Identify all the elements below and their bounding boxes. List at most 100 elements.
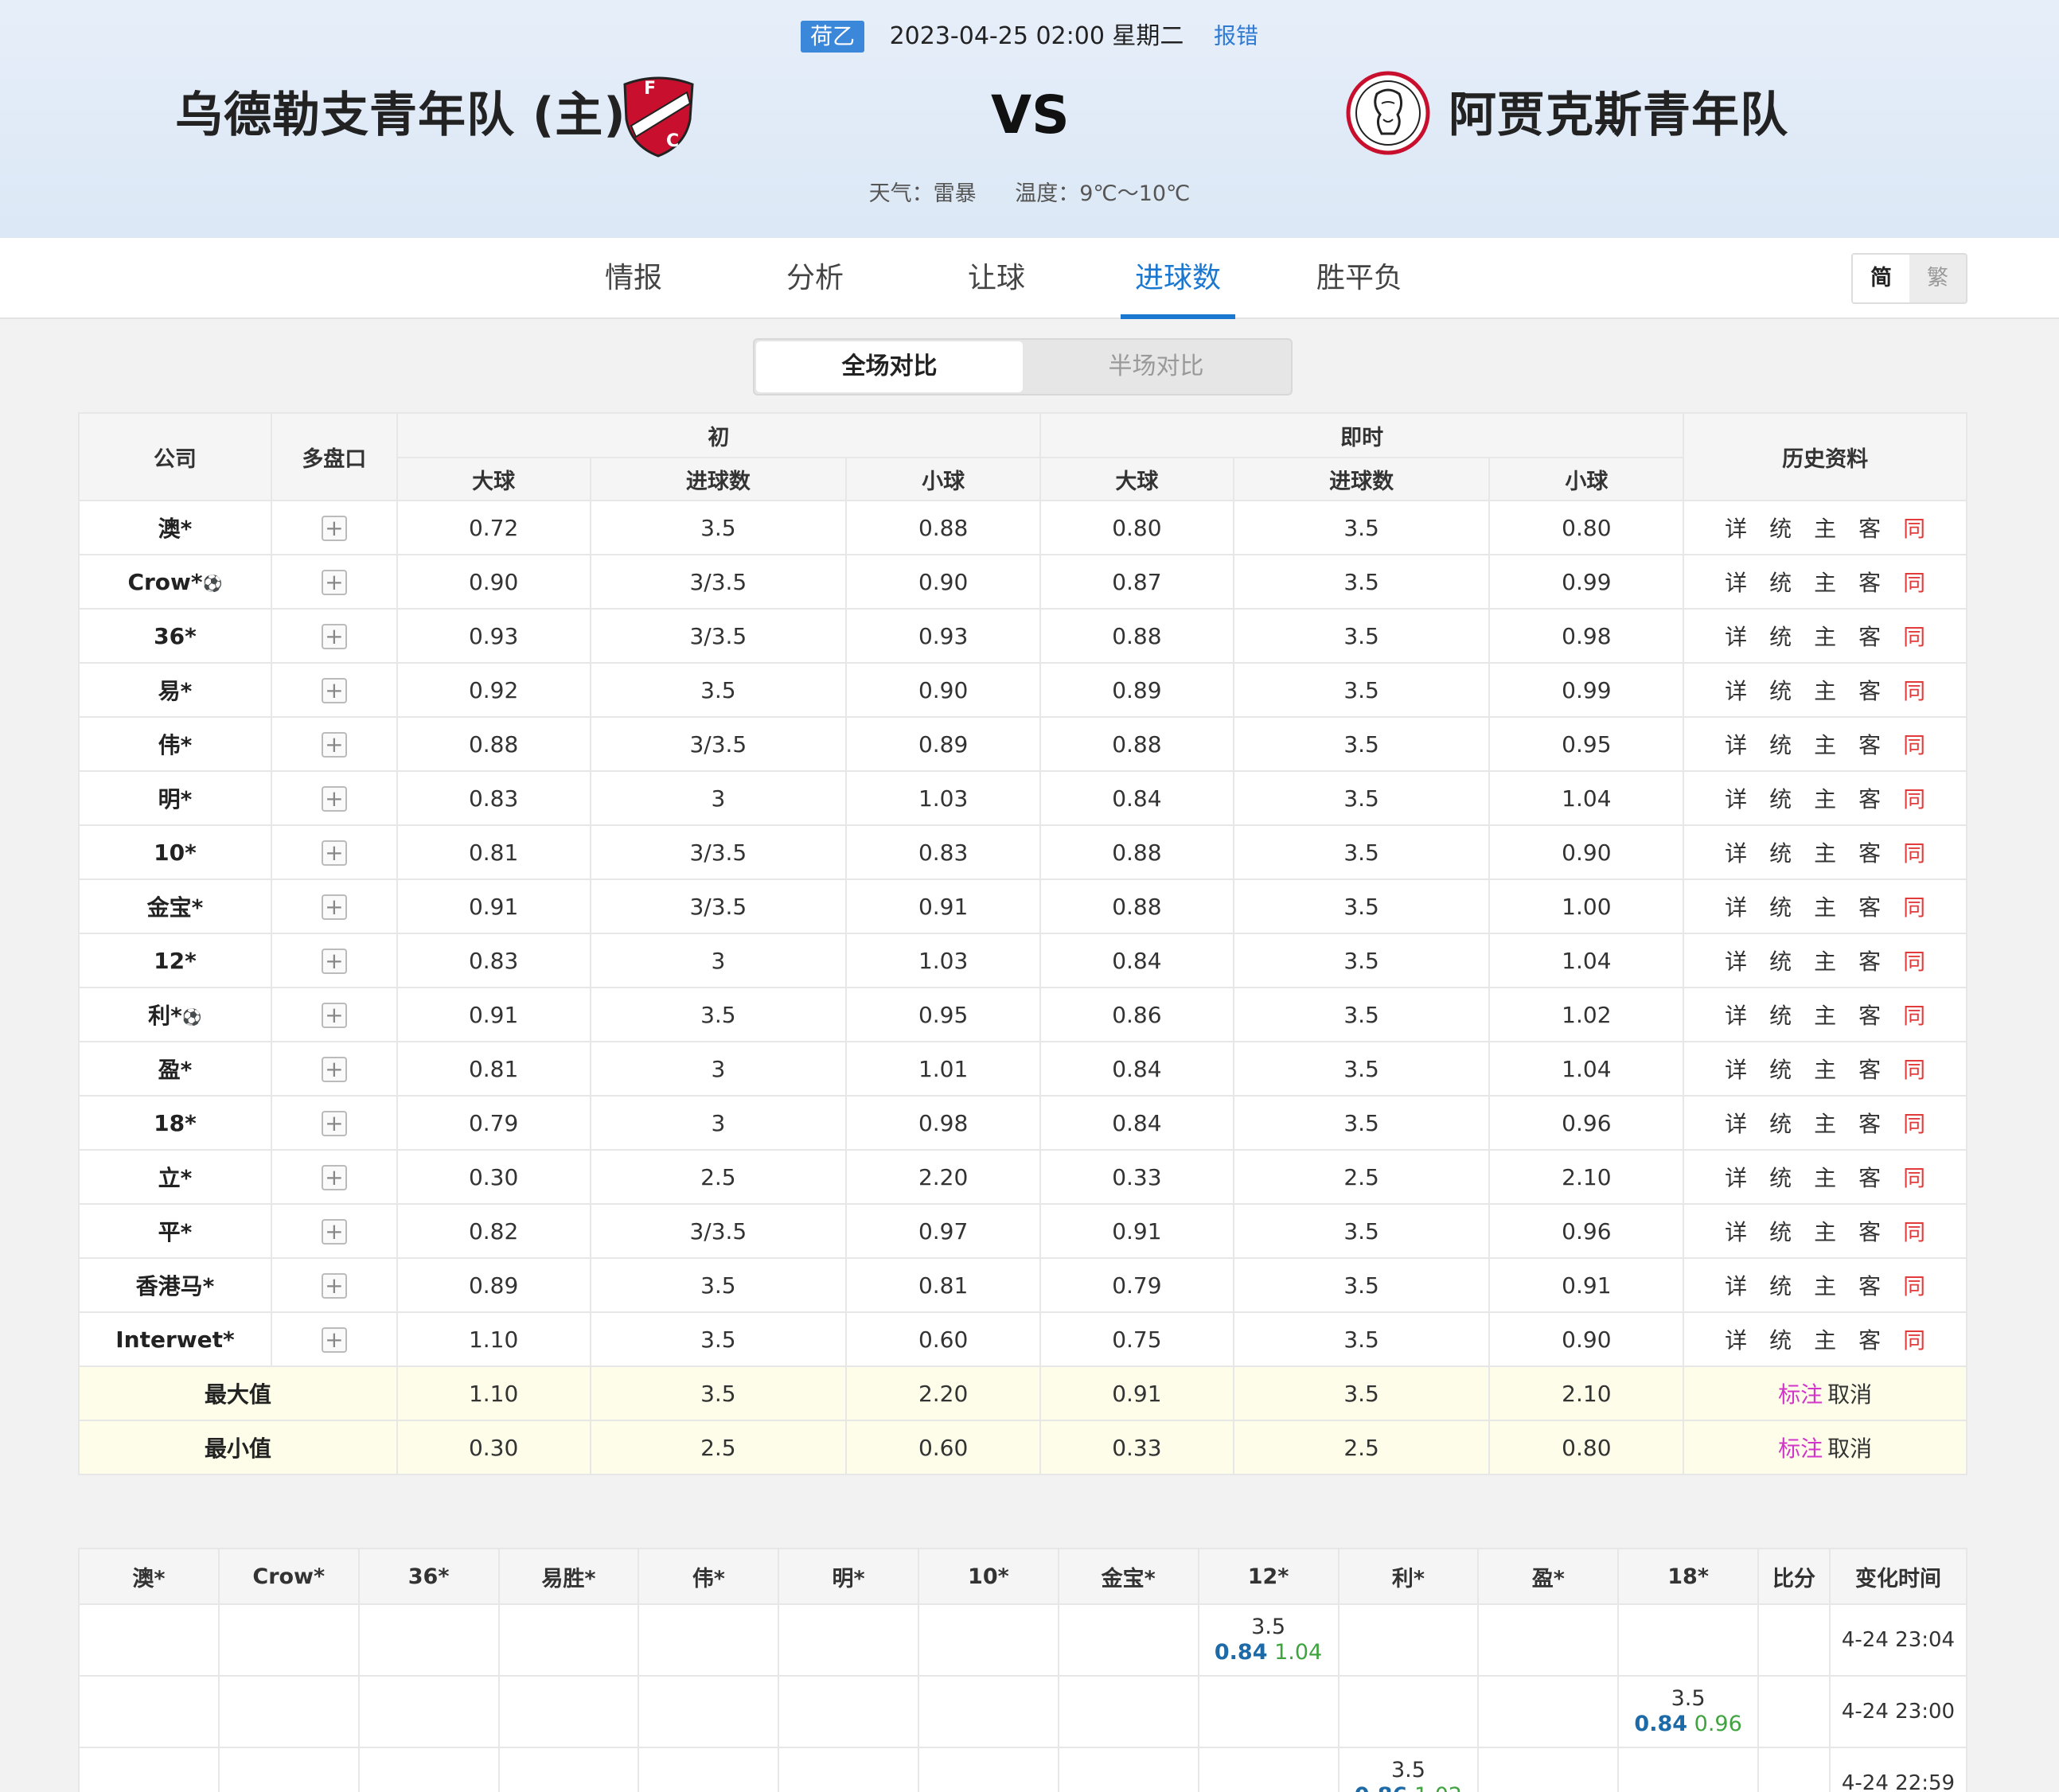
detail-link[interactable]: 详	[1725, 1053, 1747, 1085]
report-error-link[interactable]: 报错	[1214, 23, 1258, 49]
detail-link[interactable]: 详	[1725, 566, 1747, 598]
same-link[interactable]: 同	[1903, 1107, 1925, 1139]
away-link[interactable]: 客	[1858, 890, 1881, 922]
company-name[interactable]: 澳*	[158, 516, 193, 542]
home-link[interactable]: 主	[1814, 836, 1836, 868]
company-name[interactable]: 盈*	[158, 1057, 193, 1083]
company-cell[interactable]: 36*	[78, 608, 272, 664]
home-link[interactable]: 主	[1814, 1053, 1836, 1085]
company-name[interactable]: Crow*	[127, 569, 202, 595]
company-cell[interactable]: 10*	[78, 824, 272, 880]
detail-link[interactable]: 详	[1725, 728, 1747, 760]
detail-link[interactable]: 详	[1725, 890, 1747, 922]
mark-link[interactable]: 标注	[1778, 1381, 1823, 1408]
company-name[interactable]: 36*	[154, 623, 197, 649]
home-link[interactable]: 主	[1814, 620, 1836, 652]
league-badge[interactable]: 荷乙	[801, 20, 865, 53]
away-link[interactable]: 客	[1858, 836, 1881, 868]
company-name[interactable]: Interwet*	[115, 1326, 234, 1353]
away-link[interactable]: 客	[1858, 512, 1881, 543]
expand-plus-icon[interactable]: +	[321, 1327, 347, 1353]
company-name[interactable]: 明*	[158, 786, 193, 812]
stats-link[interactable]: 统	[1769, 674, 1792, 706]
company-cell[interactable]: Interwet*	[78, 1311, 272, 1367]
stats-link[interactable]: 统	[1769, 1161, 1792, 1193]
expand-plus-icon[interactable]: +	[321, 570, 347, 595]
expand-plus-icon[interactable]: +	[321, 1111, 347, 1136]
home-link[interactable]: 主	[1814, 1161, 1836, 1193]
company-name[interactable]: 伟*	[158, 732, 193, 758]
away-link[interactable]: 客	[1858, 945, 1881, 976]
lang-simplified-button[interactable]: 简	[1853, 255, 1909, 302]
away-link[interactable]: 客	[1858, 620, 1881, 652]
full-time-compare-button[interactable]: 全场对比	[756, 341, 1023, 392]
same-link[interactable]: 同	[1903, 999, 1925, 1030]
detail-link[interactable]: 详	[1725, 1215, 1747, 1247]
expand-plus-icon[interactable]: +	[321, 1003, 347, 1028]
expand-plus-icon[interactable]: +	[321, 516, 347, 541]
stats-link[interactable]: 统	[1769, 1053, 1792, 1085]
company-name[interactable]: 平*	[158, 1219, 193, 1245]
stats-link[interactable]: 统	[1769, 512, 1792, 543]
lang-traditional-button[interactable]: 繁	[1909, 255, 1966, 302]
company-name[interactable]: 金宝*	[147, 894, 204, 921]
stats-link[interactable]: 统	[1769, 1323, 1792, 1355]
company-cell[interactable]: 平*	[78, 1203, 272, 1259]
detail-link[interactable]: 详	[1725, 1269, 1747, 1301]
away-link[interactable]: 客	[1858, 1269, 1881, 1301]
tab-total-goals[interactable]: 进球数	[1114, 238, 1242, 319]
away-link[interactable]: 客	[1858, 782, 1881, 814]
company-cell[interactable]: 18*	[78, 1095, 272, 1151]
detail-link[interactable]: 详	[1725, 1107, 1747, 1139]
detail-link[interactable]: 详	[1725, 674, 1747, 706]
company-name[interactable]: 易*	[158, 678, 193, 704]
stats-link[interactable]: 统	[1769, 1215, 1792, 1247]
same-link[interactable]: 同	[1903, 945, 1925, 976]
stats-link[interactable]: 统	[1769, 1269, 1792, 1301]
away-link[interactable]: 客	[1858, 1161, 1881, 1193]
away-link[interactable]: 客	[1858, 1053, 1881, 1085]
away-link[interactable]: 客	[1858, 1107, 1881, 1139]
expand-plus-icon[interactable]: +	[321, 732, 347, 758]
company-cell[interactable]: 盈*	[78, 1041, 272, 1097]
cancel-link[interactable]: 取消	[1827, 1436, 1872, 1462]
same-link[interactable]: 同	[1903, 1269, 1925, 1301]
company-name[interactable]: 立*	[158, 1165, 193, 1191]
expand-plus-icon[interactable]: +	[321, 1057, 347, 1082]
company-cell[interactable]: 明*	[78, 770, 272, 826]
company-cell[interactable]: 12*	[78, 933, 272, 988]
company-name[interactable]: 利*	[148, 1003, 182, 1029]
home-team-name[interactable]: 乌德勒支青年队 (主)	[175, 84, 626, 147]
company-cell[interactable]: 金宝*	[78, 878, 272, 934]
tab-handicap[interactable]: 让球	[933, 238, 1060, 317]
detail-link[interactable]: 详	[1725, 1161, 1747, 1193]
same-link[interactable]: 同	[1903, 890, 1925, 922]
company-cell[interactable]: 利*⚽	[78, 987, 272, 1042]
expand-plus-icon[interactable]: +	[321, 1219, 347, 1245]
company-name[interactable]: 香港马*	[136, 1273, 215, 1299]
tab-analysis[interactable]: 分析	[751, 238, 879, 317]
away-link[interactable]: 客	[1858, 1215, 1881, 1247]
home-link[interactable]: 主	[1814, 728, 1836, 760]
same-link[interactable]: 同	[1903, 674, 1925, 706]
stats-link[interactable]: 统	[1769, 890, 1792, 922]
home-link[interactable]: 主	[1814, 1107, 1836, 1139]
expand-plus-icon[interactable]: +	[321, 1273, 347, 1299]
same-link[interactable]: 同	[1903, 836, 1925, 868]
home-link[interactable]: 主	[1814, 1323, 1836, 1355]
tab-intel[interactable]: 情报	[570, 238, 697, 317]
company-cell[interactable]: 立*	[78, 1149, 272, 1205]
same-link[interactable]: 同	[1903, 1053, 1925, 1085]
home-link[interactable]: 主	[1814, 945, 1836, 976]
company-cell[interactable]: 澳*	[78, 500, 272, 555]
away-link[interactable]: 客	[1858, 1323, 1881, 1355]
expand-plus-icon[interactable]: +	[321, 624, 347, 649]
same-link[interactable]: 同	[1903, 728, 1925, 760]
away-link[interactable]: 客	[1858, 566, 1881, 598]
half-time-compare-button[interactable]: 半场对比	[1023, 341, 1289, 392]
home-link[interactable]: 主	[1814, 674, 1836, 706]
away-link[interactable]: 客	[1858, 728, 1881, 760]
detail-link[interactable]: 详	[1725, 1323, 1747, 1355]
same-link[interactable]: 同	[1903, 1215, 1925, 1247]
stats-link[interactable]: 统	[1769, 782, 1792, 814]
